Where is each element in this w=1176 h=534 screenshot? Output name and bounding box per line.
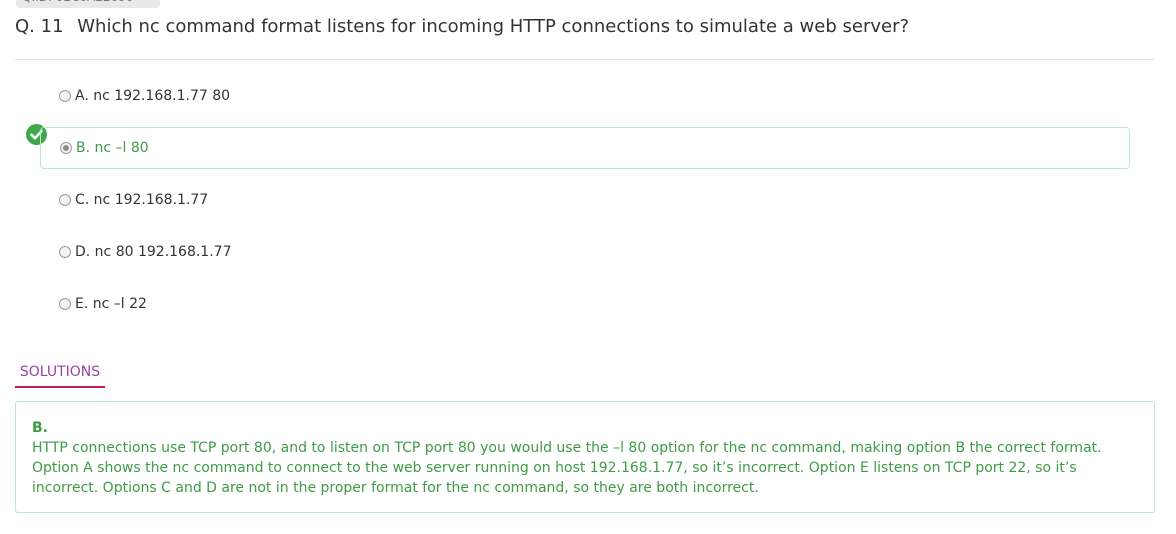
- option-a-label: A. nc 192.168.1.77 80: [75, 88, 231, 104]
- solution-explanation: HTTP connections use TCP port 80, and to…: [32, 440, 1102, 496]
- divider: [15, 59, 1155, 60]
- option-e-label: E. nc –l 22: [75, 296, 147, 312]
- option-b[interactable]: B. nc –l 80: [40, 127, 1130, 169]
- option-c-label: C. nc 192.168.1.77: [75, 192, 209, 208]
- option-a-radio[interactable]: [59, 90, 71, 102]
- option-c-radio[interactable]: [59, 194, 71, 206]
- option-e[interactable]: E. nc –l 22: [40, 283, 1130, 325]
- solution-panel: B. HTTP connections use TCP port 80, and…: [15, 401, 1155, 513]
- option-d[interactable]: D. nc 80 192.168.1.77: [40, 231, 1130, 273]
- question-number: Q. 11: [15, 16, 64, 37]
- tab-solutions[interactable]: SOLUTIONS: [15, 362, 105, 388]
- question-text: Q. 11 Which nc command format listens fo…: [15, 16, 909, 37]
- option-b-label: B. nc –l 80: [76, 140, 149, 156]
- solution-answer: B.: [32, 420, 48, 436]
- option-b-radio[interactable]: [60, 142, 72, 154]
- question-id-tab: Q.ID: 02C0A22090: [16, 0, 160, 8]
- option-d-label: D. nc 80 192.168.1.77: [75, 244, 232, 260]
- option-a[interactable]: A. nc 192.168.1.77 80: [40, 75, 1130, 117]
- option-c[interactable]: C. nc 192.168.1.77: [40, 179, 1130, 221]
- question-prompt: Which nc command format listens for inco…: [77, 16, 910, 37]
- option-e-radio[interactable]: [59, 298, 71, 310]
- option-d-radio[interactable]: [59, 246, 71, 258]
- question-page: Q.ID: 02C0A22090 Q. 11 Which nc command …: [0, 0, 1176, 534]
